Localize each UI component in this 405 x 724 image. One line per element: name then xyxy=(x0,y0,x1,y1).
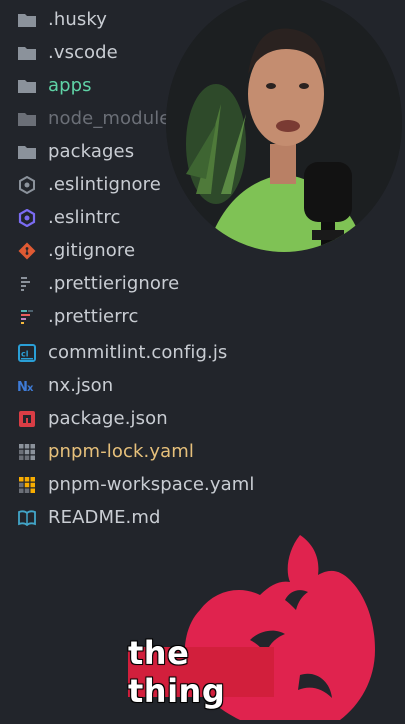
file-label: .eslintrc xyxy=(48,207,121,228)
file-item-pnpm-workspace[interactable]: pnpm-workspace.yaml xyxy=(0,468,405,501)
caption-text: the thing xyxy=(128,634,226,710)
file-label: packages xyxy=(48,141,135,162)
nx-icon: Nx xyxy=(17,377,37,395)
file-label: .husky xyxy=(48,9,107,30)
file-item-package-json[interactable]: package.json xyxy=(0,402,405,435)
file-item-commitlint[interactable]: cl commitlint.config.js xyxy=(0,336,405,369)
svg-text:x: x xyxy=(27,383,34,394)
file-label: pnpm-workspace.yaml xyxy=(48,474,255,495)
npm-icon xyxy=(17,410,37,428)
file-item-prettierrc[interactable]: .prettierrc xyxy=(0,300,405,333)
presenter-video xyxy=(166,0,402,252)
file-label: node_modules xyxy=(48,108,180,129)
folder-icon xyxy=(17,44,37,62)
prettier-ignore-icon xyxy=(17,275,37,293)
file-label: README.md xyxy=(48,507,161,528)
subtitle-caption: the thing xyxy=(128,634,274,710)
pnpm-icon xyxy=(17,476,37,494)
file-label: .eslintignore xyxy=(48,174,161,195)
file-label: .gitignore xyxy=(48,240,136,261)
pnpm-lock-icon xyxy=(17,443,37,461)
prettier-icon xyxy=(17,308,37,326)
git-icon xyxy=(17,242,37,260)
file-item-pnpm-lock[interactable]: pnpm-lock.yaml xyxy=(0,435,405,468)
file-label: .prettierignore xyxy=(48,273,180,294)
file-label: nx.json xyxy=(48,375,114,396)
commitlint-icon: cl xyxy=(17,344,37,362)
file-item-gitignore[interactable]: .gitignore xyxy=(0,234,405,267)
eslint-config-icon xyxy=(17,209,37,227)
svg-text:cl: cl xyxy=(21,350,29,359)
webcam-overlay xyxy=(166,0,402,252)
eslint-icon xyxy=(17,176,37,194)
folder-icon xyxy=(17,77,37,95)
file-label: .vscode xyxy=(48,42,118,63)
folder-icon xyxy=(17,110,37,128)
file-item-prettierignore[interactable]: .prettierignore xyxy=(0,267,405,300)
folder-icon xyxy=(17,11,37,29)
file-label: commitlint.config.js xyxy=(48,342,228,363)
file-item-nx-json[interactable]: Nx nx.json xyxy=(0,369,405,402)
file-label: apps xyxy=(48,75,92,96)
file-label: package.json xyxy=(48,408,168,429)
file-label: .prettierrc xyxy=(48,306,139,327)
file-label: pnpm-lock.yaml xyxy=(48,441,194,462)
folder-icon xyxy=(17,143,37,161)
readme-book-icon xyxy=(17,509,37,527)
